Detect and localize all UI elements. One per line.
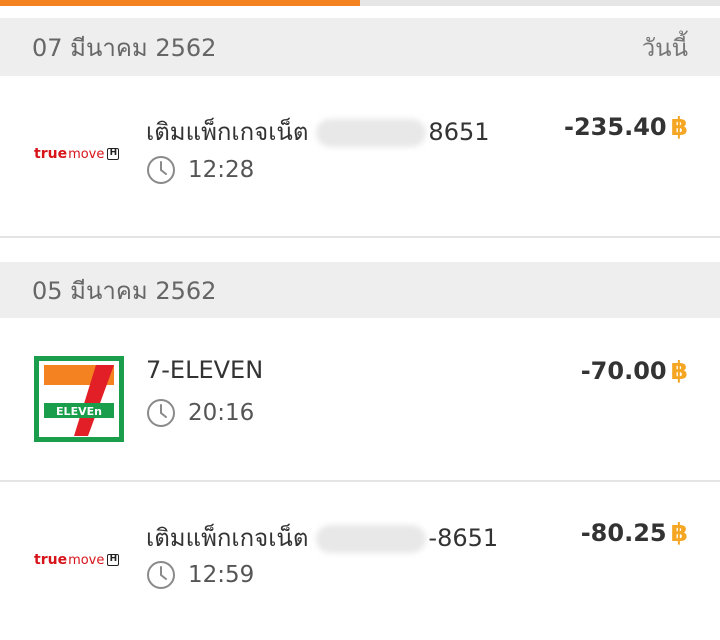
transaction-history-page: 07 มีนาคม 2562 วันนี้ true move H เติมแพ… <box>0 0 720 640</box>
clock-icon <box>147 561 175 589</box>
baht-icon: ฿ <box>670 112 688 141</box>
tab-indicator-track <box>0 0 720 6</box>
transaction-time: 12:59 <box>188 562 255 588</box>
transaction-title: 7-ELEVEN <box>146 356 264 384</box>
tab-indicator <box>0 0 360 6</box>
date-header: 05 มีนาคม 2562 <box>0 262 720 318</box>
date-header-date: 05 มีนาคม 2562 <box>32 276 217 305</box>
transaction-row[interactable]: ELEVEn 7-ELEVEN 20:16 -70.00 ฿ <box>0 318 720 482</box>
redacted-number-mask <box>316 119 427 147</box>
transaction-time: 20:16 <box>188 400 255 426</box>
seven-eleven-logo: ELEVEn <box>34 356 124 442</box>
truemove-h-logo: true move H <box>34 146 120 162</box>
transaction-row[interactable]: true move H เติมแพ็กเกจเน็ต -8651 12:59 -… <box>0 482 720 640</box>
baht-icon: ฿ <box>670 356 688 385</box>
clock-icon <box>147 399 175 427</box>
transaction-time-row: 12:59 <box>146 560 254 590</box>
transaction-amount: -80.25 ฿ <box>580 518 688 547</box>
date-header-date: 07 มีนาคม 2562 <box>32 33 217 62</box>
transaction-amount: -70.00 ฿ <box>580 356 688 385</box>
redacted-number-mask <box>316 525 427 553</box>
baht-icon: ฿ <box>670 518 688 547</box>
clock-icon <box>147 156 175 184</box>
svg-text:ELEVEn: ELEVEn <box>56 405 102 418</box>
transaction-title: เติมแพ็กเกจเน็ต -8651 <box>146 524 499 553</box>
date-header-relative: วันนี้ <box>641 33 688 62</box>
transaction-amount: -235.40 ฿ <box>564 112 688 141</box>
transaction-title: เติมแพ็กเกจเน็ต 8651 <box>146 118 490 147</box>
truemove-h-logo: true move H <box>34 552 120 568</box>
transaction-time-row: 20:16 <box>146 398 254 428</box>
date-header: 07 มีนาคม 2562 วันนี้ <box>0 18 720 76</box>
transaction-time-row: 12:28 <box>146 155 254 185</box>
transaction-time: 12:28 <box>188 157 255 183</box>
transaction-row[interactable]: true move H เติมแพ็กเกจเน็ต 8651 12:28 -2… <box>0 76 720 238</box>
